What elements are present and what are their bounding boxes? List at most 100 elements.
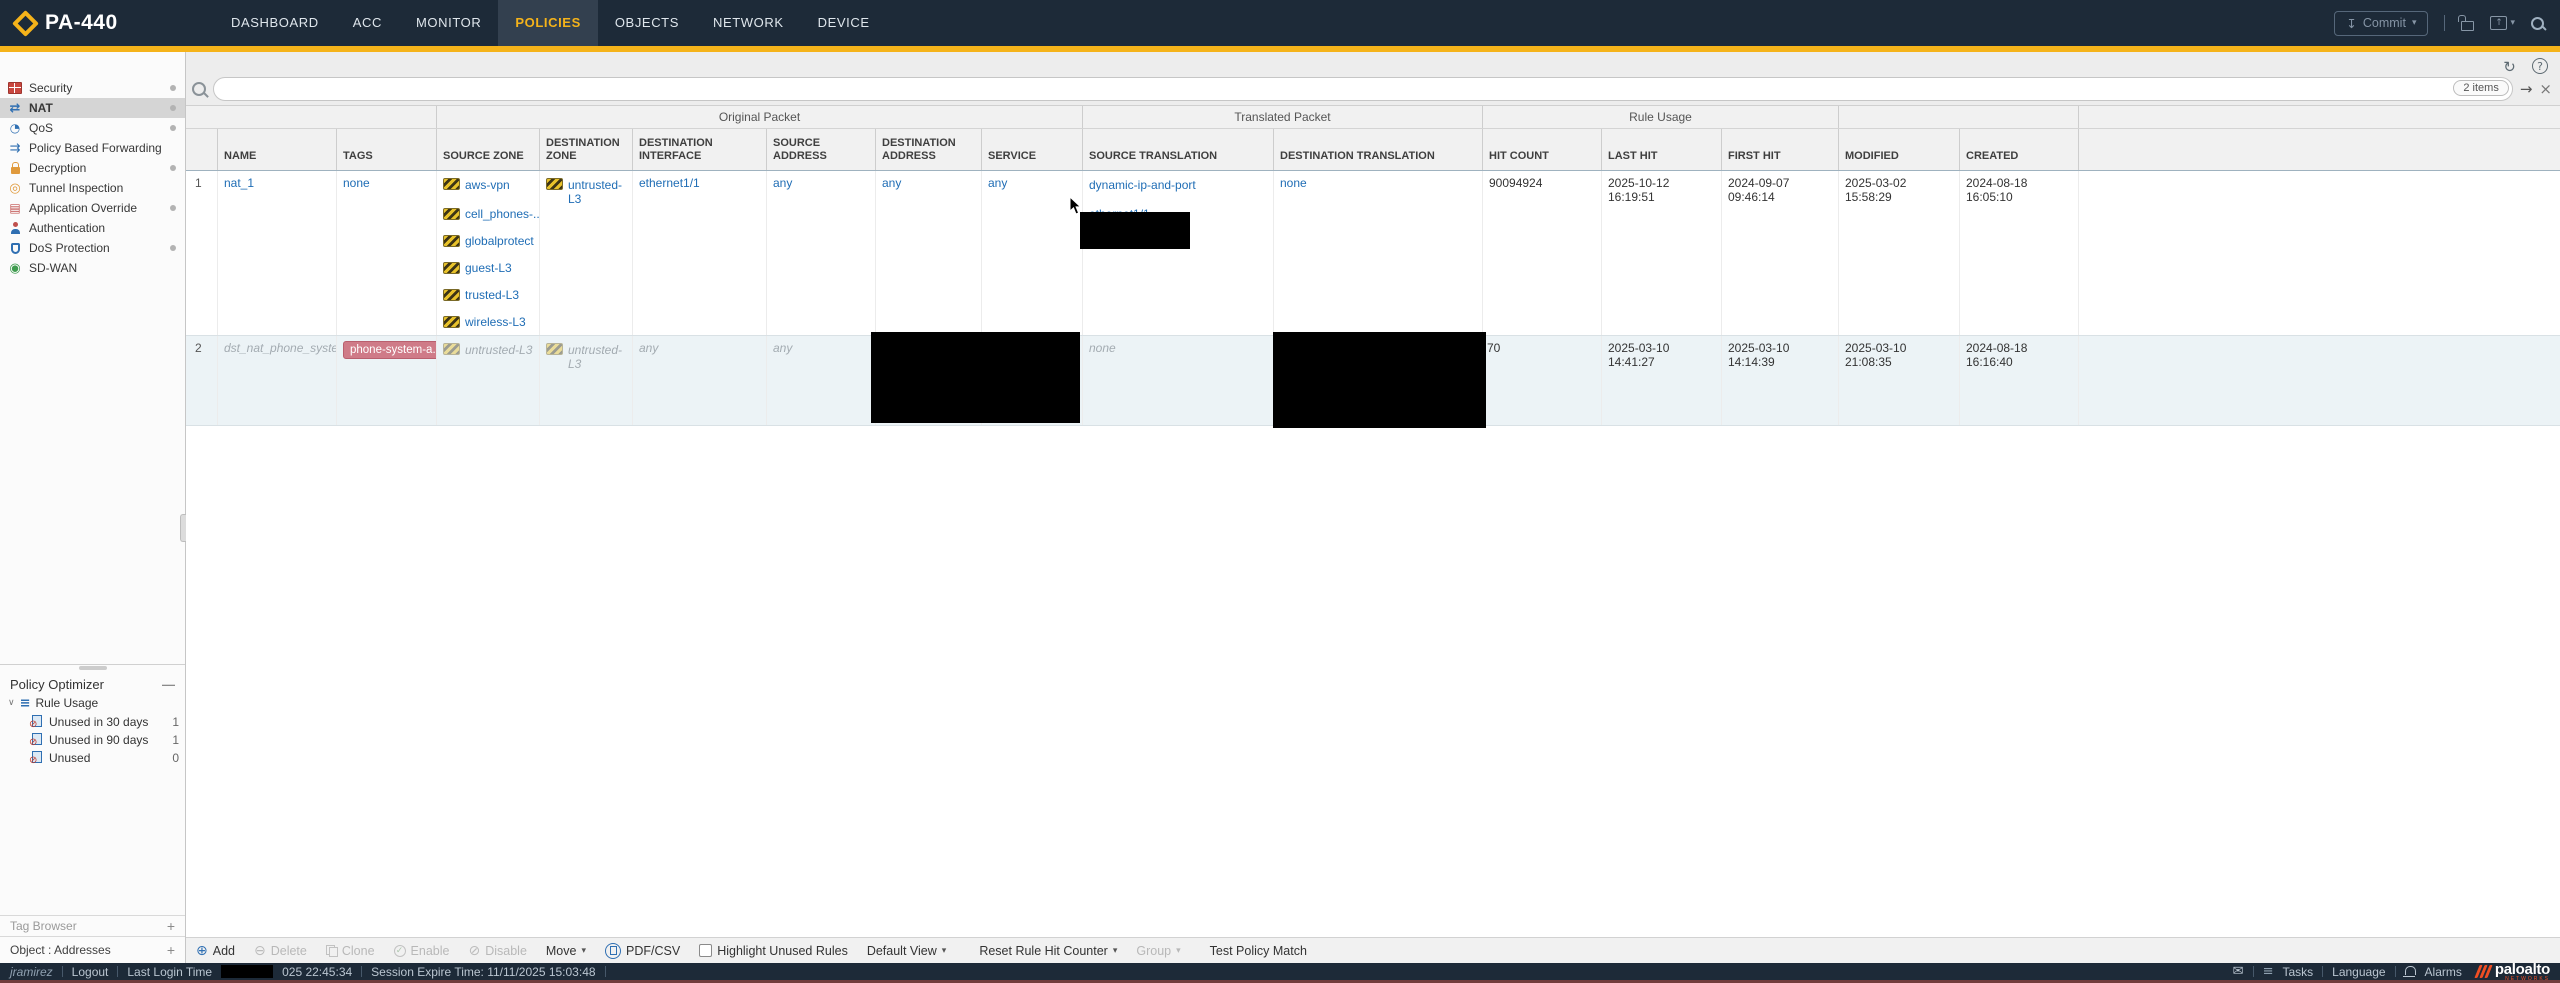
sidebar-item-policy-based-forwarding[interactable]: Policy Based Forwarding [0, 138, 185, 158]
sidebar-item-security[interactable]: Security [0, 78, 185, 98]
tag-badge[interactable]: phone-system-a.. [343, 341, 437, 359]
zone-link[interactable]: trusted-L3 [465, 288, 519, 302]
col-first-hit[interactable]: FIRST HIT [1722, 129, 1839, 170]
source-translation-link[interactable]: dynamic-ip-and-port [1089, 178, 1196, 192]
col-source-zone[interactable]: SOURCE ZONE [437, 129, 540, 170]
col-destination-interface[interactable]: DESTINATION INTERFACE [633, 129, 767, 170]
messages-envelope-icon[interactable]: ✉ [2233, 964, 2244, 979]
config-save-control[interactable]: ↑ ▾ [2490, 16, 2515, 30]
col-service[interactable]: SERVICE [982, 129, 1083, 170]
source-address-link[interactable]: any [773, 176, 792, 190]
sidebar-item-dos-protection[interactable]: DoS Protection [0, 238, 185, 258]
sidebar-item-application-override[interactable]: Application Override [0, 198, 185, 218]
tasks-link[interactable]: Tasks [2282, 965, 2313, 979]
help-icon[interactable]: ? [2532, 58, 2548, 74]
sidebar-item-authentication[interactable]: Authentication [0, 218, 185, 238]
nav-tab-acc[interactable]: ACC [336, 0, 399, 46]
nav-tab-device[interactable]: DEVICE [801, 0, 887, 46]
col-destination-address[interactable]: DESTINATION ADDRESS [876, 129, 982, 170]
decryption-lock-icon [11, 167, 20, 174]
move-menu[interactable]: Move ▾ [546, 944, 586, 958]
tags-value[interactable]: none [343, 176, 370, 190]
commit-button[interactable]: ↧ Commit ▾ [2334, 11, 2428, 36]
zone-link[interactable]: aws-vpn [465, 178, 510, 192]
col-modified[interactable]: MODIFIED [1839, 129, 1960, 170]
sidebar-item-label: Tunnel Inspection [29, 181, 123, 195]
apply-filter-icon[interactable]: → [2520, 80, 2533, 98]
unused-90-days-item[interactable]: Unused in 90 days 1 [0, 731, 185, 749]
object-addresses-label: Object : Addresses [10, 943, 111, 957]
destination-address-link[interactable]: any [882, 176, 901, 190]
alarms-bell-icon [2405, 966, 2416, 975]
object-addresses-row[interactable]: Object : Addresses + [0, 936, 185, 963]
disable-button[interactable]: ⊘ Disable [468, 944, 526, 958]
source-translation-value[interactable]: none [1089, 341, 1116, 355]
minimize-icon[interactable]: — [162, 677, 175, 692]
nav-tab-policies[interactable]: POLICIES [498, 0, 597, 46]
highlight-unused-rules-toggle[interactable]: Highlight Unused Rules [699, 944, 848, 958]
redaction-box [1273, 332, 1486, 428]
col-destination-zone[interactable]: DESTINATION ZONE [540, 129, 633, 170]
add-button[interactable]: ⊕ Add [196, 944, 235, 958]
nav-tab-objects[interactable]: OBJECTS [598, 0, 696, 46]
pdf-csv-button[interactable]: PDF/CSV [605, 943, 680, 959]
status-dot [170, 105, 176, 111]
clear-filter-icon[interactable]: × [2539, 80, 2552, 98]
col-created[interactable]: CREATED [1960, 129, 2079, 170]
qos-icon [8, 121, 22, 135]
test-policy-match-button[interactable]: Test Policy Match [1210, 944, 1307, 958]
tag-browser-row[interactable]: Tag Browser + [0, 915, 185, 936]
refresh-icon[interactable]: ↻ [2501, 58, 2518, 75]
default-view-menu[interactable]: Default View ▾ [867, 944, 946, 958]
sidebar-item-qos[interactable]: QoS [0, 118, 185, 138]
rule-name-link[interactable]: nat_1 [224, 176, 254, 190]
zone-link[interactable]: untrusted-L3 [568, 178, 626, 206]
col-hit-count[interactable]: HIT COUNT [1483, 129, 1602, 170]
sidebar-item-decryption[interactable]: Decryption [0, 158, 185, 178]
unused-item[interactable]: Unused 0 [0, 749, 185, 767]
destination-interface-link[interactable]: any [639, 341, 658, 355]
nav-tab-network[interactable]: NETWORK [696, 0, 801, 46]
sidebar-item-nat[interactable]: NAT [0, 98, 185, 118]
col-source-address[interactable]: SOURCE ADDRESS [767, 129, 876, 170]
rule-name-link[interactable]: dst_nat_phone_system [224, 341, 337, 355]
sidebar-split-handle[interactable] [0, 664, 185, 672]
zone-link[interactable]: guest-L3 [465, 261, 512, 275]
source-address-link[interactable]: any [773, 341, 792, 355]
sidebar-collapse-handle[interactable] [180, 514, 186, 542]
reset-rule-hit-counter-menu[interactable]: Reset Rule Hit Counter ▾ [979, 944, 1117, 958]
col-name[interactable]: NAME [218, 129, 337, 170]
zone-link[interactable]: untrusted-L3 [465, 343, 532, 357]
paloalto-mark-icon [2474, 965, 2492, 978]
enable-button[interactable]: ✓ Enable [394, 944, 450, 958]
zone-link[interactable]: globalprotect [465, 234, 534, 248]
col-destination-translation[interactable]: DESTINATION TRANSLATION [1274, 129, 1483, 170]
alarms-link[interactable]: Alarms [2425, 965, 2462, 979]
row-number[interactable]: 2 [186, 336, 218, 425]
unused-30-days-item[interactable]: Unused in 30 days 1 [0, 713, 185, 731]
checkbox-icon[interactable] [699, 944, 712, 957]
zone-link[interactable]: wireless-L3 [465, 315, 526, 329]
unlock-icon[interactable] [2461, 21, 2474, 31]
global-search-icon[interactable] [2531, 17, 2544, 30]
logout-link[interactable]: Logout [72, 965, 109, 979]
nav-tab-monitor[interactable]: MONITOR [399, 0, 498, 46]
clone-button[interactable]: Clone [326, 944, 375, 958]
destination-translation-link[interactable]: none [1280, 176, 1307, 190]
language-link[interactable]: Language [2332, 965, 2385, 979]
row-number[interactable]: 1 [186, 171, 218, 335]
destination-interface-link[interactable]: ethernet1/1 [639, 176, 700, 190]
group-menu[interactable]: Group ▾ [1136, 944, 1180, 958]
delete-button[interactable]: ⊖ Delete [254, 944, 307, 958]
filter-input[interactable]: 2 items [213, 77, 2513, 101]
col-source-translation[interactable]: SOURCE TRANSLATION [1083, 129, 1274, 170]
rule-usage-node[interactable]: ∨ Rule Usage [0, 694, 185, 713]
col-last-hit[interactable]: LAST HIT [1602, 129, 1722, 170]
sidebar-item-tunnel-inspection[interactable]: Tunnel Inspection [0, 178, 185, 198]
nav-tab-dashboard[interactable]: DASHBOARD [214, 0, 336, 46]
zone-link[interactable]: untrusted-L3 [568, 343, 626, 371]
col-tags[interactable]: TAGS [337, 129, 437, 170]
zone-link[interactable]: cell_phones-... [465, 207, 540, 221]
service-link[interactable]: any [988, 176, 1007, 190]
sidebar-item-sd-wan[interactable]: SD-WAN [0, 258, 185, 278]
